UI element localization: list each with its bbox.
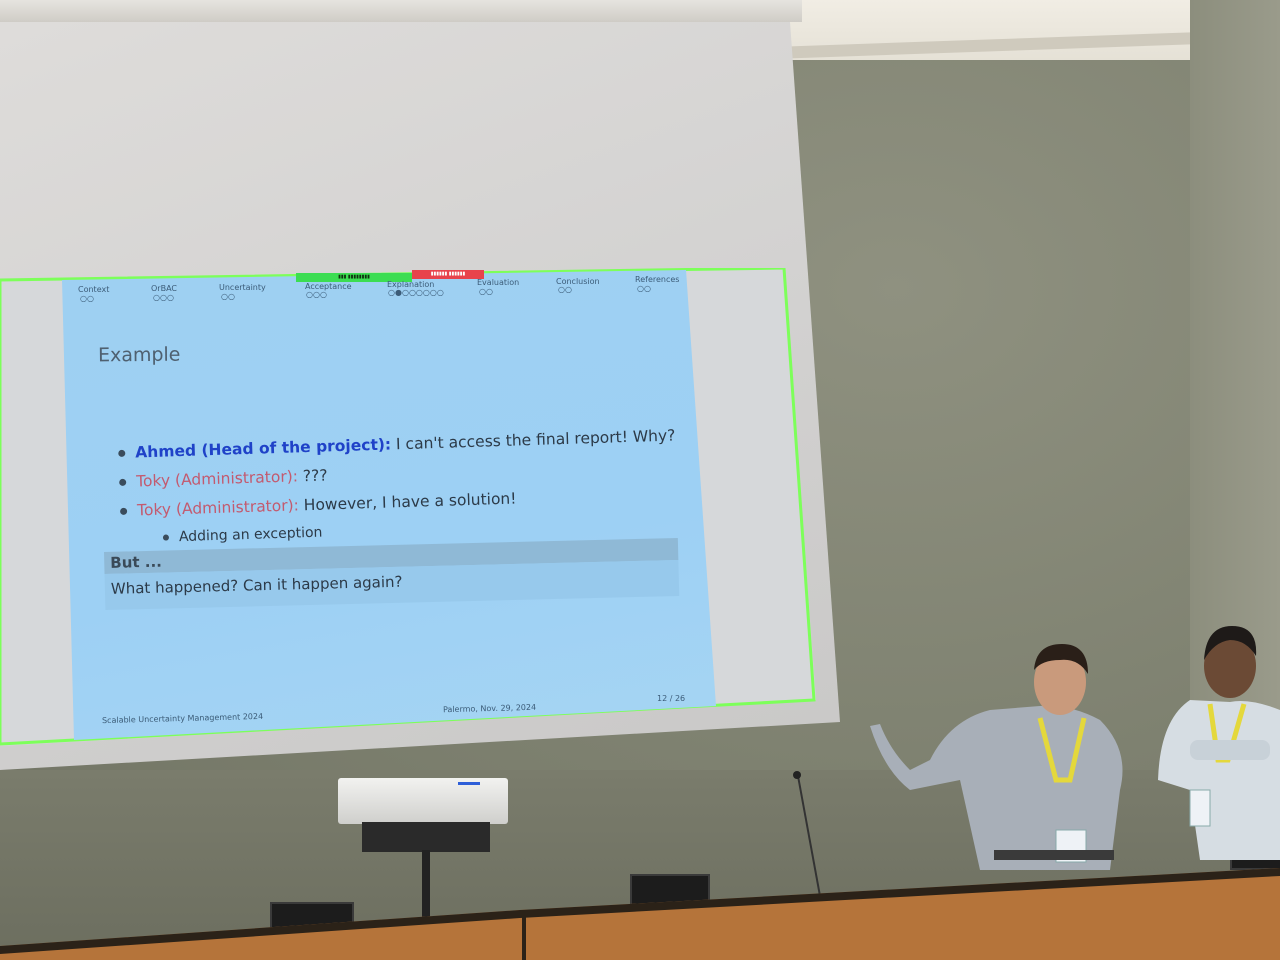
bullet-dot-icon: [119, 478, 127, 486]
nav-uncertainty[interactable]: Uncertainty: [219, 283, 266, 292]
footer-page-number: 12 / 26: [657, 694, 686, 703]
bullet-dot-icon: [118, 449, 126, 457]
projection-screen-casing: [0, 0, 802, 22]
nav-uncertainty-dots: ○○: [221, 292, 235, 301]
nav-orbac[interactable]: OrBAC: [151, 284, 177, 293]
nav-evaluation[interactable]: Evaluation: [477, 278, 519, 287]
bullet-dot-icon: [120, 507, 128, 515]
nav-explanation-dots: ○●○○○○○○: [388, 288, 444, 297]
nav-conclusion-dots: ○○: [558, 285, 572, 294]
sub-bullet-dot-icon: [162, 534, 170, 541]
nav-references-dots: ○○: [637, 284, 651, 293]
nav-orbac-dots: ○○○: [153, 293, 174, 302]
nav-references[interactable]: References: [635, 275, 679, 284]
bullet-list: Ahmed (Head of the project): I can't acc…: [118, 426, 681, 557]
front-desk: [0, 868, 1280, 960]
bullet-speaker: Toky (Administrator):: [135, 467, 299, 491]
alert-block: But ... What happened? Can it happen aga…: [104, 537, 680, 622]
nav-context-dots: ○○: [80, 294, 94, 303]
bullet-speaker: Toky (Administrator):: [136, 496, 300, 520]
alert-tag: ▮▮▮▮▮▮ ▮▮▮▮▮▮: [412, 270, 484, 279]
presenter: [870, 644, 1123, 870]
projector-mount: [362, 822, 490, 852]
sub-bullet-text: Adding an exception: [178, 524, 323, 546]
nav-evaluation-dots: ○○: [479, 287, 493, 296]
bullet-text: ???: [297, 466, 328, 486]
second-person: [1158, 626, 1280, 860]
projector: [338, 778, 508, 824]
nav-acceptance-dots: ○○○: [306, 290, 327, 299]
slide-title: Example: [97, 343, 181, 367]
projector-light-icon: [458, 782, 480, 785]
nav-context[interactable]: Context: [78, 285, 109, 294]
